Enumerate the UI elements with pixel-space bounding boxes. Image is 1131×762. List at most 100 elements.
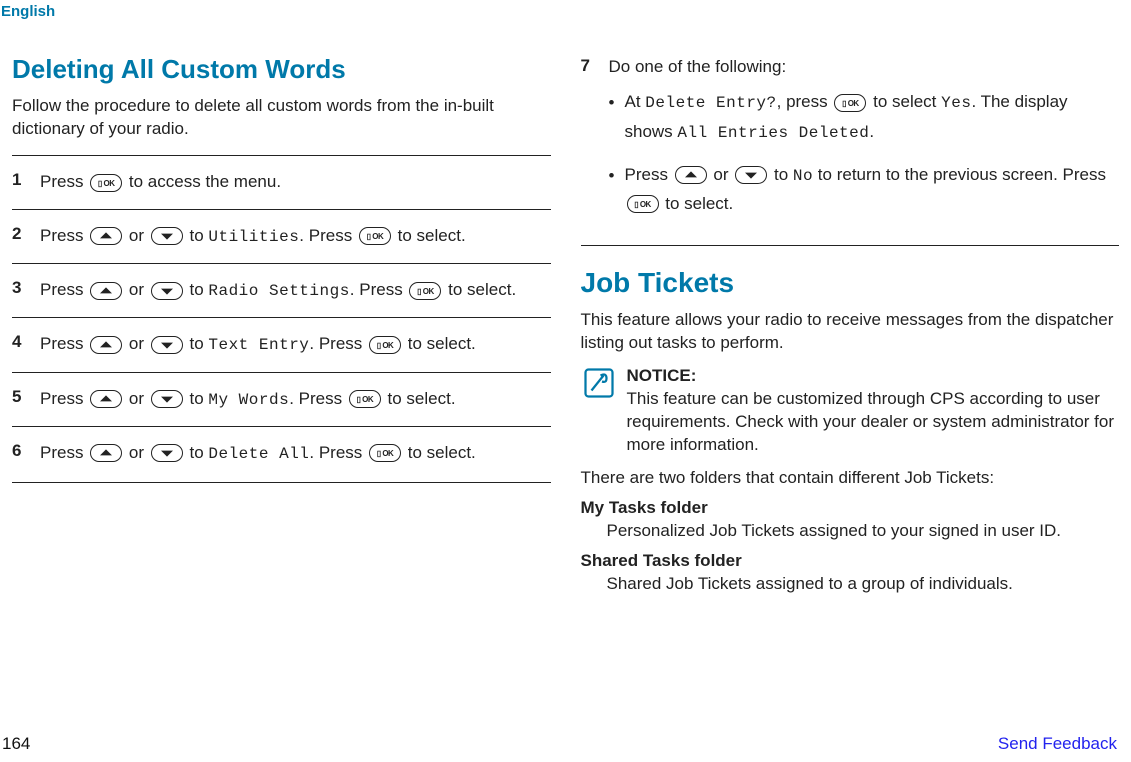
step-text: to select. <box>443 280 516 299</box>
step-text: to <box>185 389 209 408</box>
bullet-text: . <box>869 122 874 141</box>
step-body: Press or to Radio Settings. Press to sel… <box>40 276 551 305</box>
step-number: 7 <box>581 54 595 223</box>
code-text: Yes <box>941 94 971 112</box>
section-heading-deleting: Deleting All Custom Words <box>12 54 551 85</box>
bullet-text: At <box>625 92 646 111</box>
ok-key-icon <box>369 444 401 462</box>
folder-def: Personalized Job Tickets assigned to you… <box>607 520 1120 543</box>
step-6: 6 Press or to Delete All. Press to selec… <box>12 426 551 483</box>
bullet-text: or <box>709 165 734 184</box>
step-3: 3 Press or to Radio Settings. Press to s… <box>12 263 551 317</box>
bullet-marker: • <box>609 88 615 146</box>
left-column: Deleting All Custom Words Follow the pro… <box>12 54 551 604</box>
up-key-icon <box>90 390 122 408</box>
steps-list: 1 Press to access the menu. 2 Press or t… <box>12 155 551 483</box>
step-text: . Press <box>289 389 347 408</box>
page-footer: 164 Send Feedback <box>2 734 1117 754</box>
step-text: or <box>124 389 149 408</box>
code-text: Delete Entry? <box>645 94 776 112</box>
ok-key-icon <box>349 390 381 408</box>
step-number: 3 <box>12 276 26 305</box>
step-2: 2 Press or to Utilities. Press to select… <box>12 209 551 263</box>
section-divider <box>581 245 1120 246</box>
send-feedback-link[interactable]: Send Feedback <box>998 734 1117 754</box>
step-text: to <box>185 443 209 462</box>
bullet-text: to <box>769 165 793 184</box>
down-key-icon <box>151 390 183 408</box>
page-number: 164 <box>2 734 30 754</box>
folders-intro: There are two folders that contain diffe… <box>581 467 1120 490</box>
step-text: or <box>124 334 149 353</box>
step-number: 1 <box>12 168 26 197</box>
code-text: Utilities <box>208 228 299 246</box>
up-key-icon <box>90 444 122 462</box>
step-text: Press <box>40 443 88 462</box>
step-number: 2 <box>12 222 26 251</box>
step-text: . Press <box>309 443 367 462</box>
step-lead: Do one of the following: <box>609 57 787 76</box>
right-column: 7 Do one of the following: • At Delete E… <box>581 54 1120 604</box>
notice-label: NOTICE: <box>627 366 697 385</box>
step-4: 4 Press or to Text Entry. Press to selec… <box>12 317 551 371</box>
folder-term: My Tasks folder <box>581 498 1120 518</box>
code-text: Delete All <box>208 445 309 463</box>
step-text: to select. <box>403 443 476 462</box>
ok-key-icon <box>834 94 866 112</box>
bullet-body: At Delete Entry?, press to select Yes. T… <box>625 88 1120 146</box>
step-text: to <box>185 226 209 245</box>
up-key-icon <box>675 166 707 184</box>
step-text: Press <box>40 280 88 299</box>
job-tickets-intro: This feature allows your radio to receiv… <box>581 309 1120 355</box>
step-text: . Press <box>350 280 408 299</box>
step-text: . Press <box>309 334 367 353</box>
notice-icon <box>581 365 617 401</box>
step-text: Press <box>40 389 88 408</box>
sub-bullet-2: • Press or to No to return to the previo… <box>609 161 1120 219</box>
ok-key-icon <box>359 227 391 245</box>
bullet-text: Press <box>625 165 673 184</box>
step-number: 4 <box>12 330 26 359</box>
step-text: to <box>185 280 209 299</box>
two-column-layout: Deleting All Custom Words Follow the pro… <box>12 54 1119 604</box>
folder-term: Shared Tasks folder <box>581 551 1120 571</box>
bullet-text: , press <box>777 92 833 111</box>
down-key-icon <box>151 444 183 462</box>
step-body: Press to access the menu. <box>40 168 551 197</box>
down-key-icon <box>151 227 183 245</box>
bullet-text: to return to the previous screen. Press <box>813 165 1106 184</box>
step-text: Press <box>40 226 88 245</box>
step-text: . Press <box>299 226 357 245</box>
notice-box: NOTICE: This feature can be customized t… <box>581 365 1120 457</box>
section-heading-job-tickets: Job Tickets <box>581 266 1120 300</box>
step-text: to select. <box>383 389 456 408</box>
sub-bullet-1: • At Delete Entry?, press to select Yes.… <box>609 88 1120 146</box>
bullet-body: Press or to No to return to the previous… <box>625 161 1120 219</box>
step-number: 5 <box>12 385 26 414</box>
code-text: All Entries Deleted <box>677 124 869 142</box>
step-body: Press or to My Words. Press to select. <box>40 385 551 414</box>
up-key-icon <box>90 227 122 245</box>
step-7: 7 Do one of the following: • At Delete E… <box>581 54 1120 235</box>
page-container: English Deleting All Custom Words Follow… <box>0 0 1131 762</box>
step-text: to select. <box>403 334 476 353</box>
step-body: Press or to Utilities. Press to select. <box>40 222 551 251</box>
folder-def: Shared Job Tickets assigned to a group o… <box>607 573 1120 596</box>
step-body: Press or to Text Entry. Press to select. <box>40 330 551 359</box>
sub-bullet-list: • At Delete Entry?, press to select Yes.… <box>609 88 1120 218</box>
ok-key-icon <box>369 336 401 354</box>
down-key-icon <box>151 282 183 300</box>
step-5: 5 Press or to My Words. Press to select. <box>12 372 551 426</box>
step-number: 6 <box>12 439 26 468</box>
bullet-marker: • <box>609 161 615 219</box>
code-text: No <box>793 167 813 185</box>
step-text: to select. <box>393 226 466 245</box>
code-text: Radio Settings <box>208 282 349 300</box>
intro-paragraph: Follow the procedure to delete all custo… <box>12 95 551 141</box>
bullet-text: to select. <box>661 194 734 213</box>
step-text: to access the menu. <box>124 172 281 191</box>
step-1: 1 Press to access the menu. <box>12 155 551 209</box>
step-body: Do one of the following: • At Delete Ent… <box>609 54 1120 223</box>
up-key-icon <box>90 282 122 300</box>
notice-body: NOTICE: This feature can be customized t… <box>627 365 1120 457</box>
